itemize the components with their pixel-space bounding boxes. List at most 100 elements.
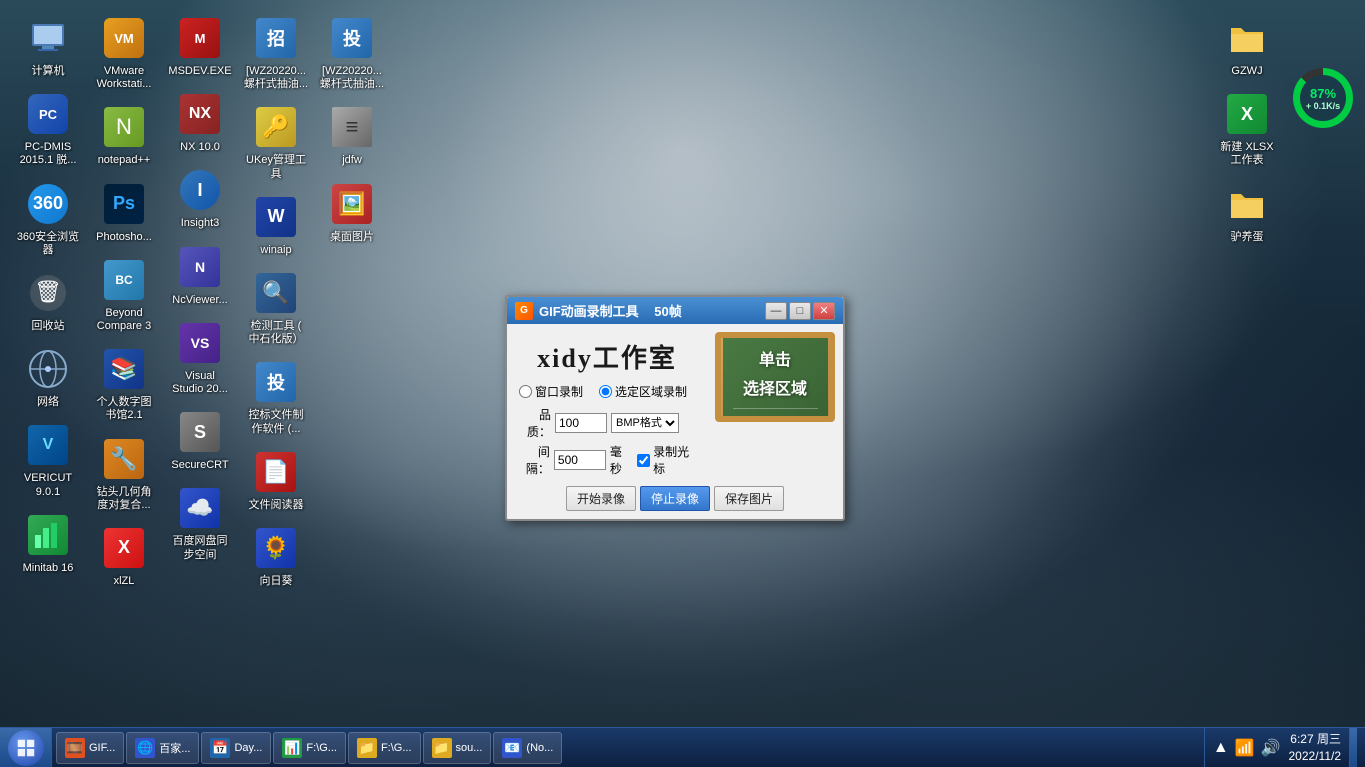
- taskbar-app-fag2[interactable]: 📁 F:\G...: [348, 732, 421, 764]
- icon-baidu-pan[interactable]: ☁️ 百度网盘同步空间: [162, 480, 238, 565]
- interval-unit: 毫秒: [610, 443, 633, 477]
- icon-wz2[interactable]: 投 [WZ20220...螺杆式抽油...: [314, 10, 390, 95]
- taskbar-app-fag1[interactable]: 📊 F:\G...: [273, 732, 346, 764]
- taskbar: 🎞️ GIF... 🌐 百家... 📅 Day... 📊 F:\G... 📁 F…: [0, 727, 1365, 767]
- dialog-title: GIF动画录制工具: [539, 301, 639, 320]
- taskbar-source-icon: 📁: [432, 738, 452, 758]
- icon-vmware[interactable]: VM VMwareWorkstati...: [86, 10, 162, 95]
- icon-pcdmis[interactable]: PC PC-DMIS2015.1 脱...: [10, 86, 86, 171]
- green-board: 单击 选择区域: [723, 338, 828, 416]
- start-record-button[interactable]: 开始录像: [566, 486, 636, 511]
- taskbar-no-label: (No...: [526, 742, 553, 754]
- icon-file-reader[interactable]: 📄 文件阅读器: [238, 444, 314, 516]
- icon-jctool[interactable]: 🔍 检测工具 (中石化版）: [238, 265, 314, 350]
- taskbar-app-day[interactable]: 📅 Day...: [201, 732, 271, 764]
- taskbar-baidu-icon: 🌐: [135, 738, 155, 758]
- interval-input[interactable]: [554, 450, 606, 470]
- quality-row: 品质： BMP格式: [519, 406, 699, 440]
- icon-minitab[interactable]: Minitab 16: [10, 507, 86, 579]
- save-image-button[interactable]: 保存图片: [714, 486, 784, 511]
- icon-winaip[interactable]: W winaip: [238, 189, 314, 261]
- radio-window[interactable]: 窗口录制: [519, 383, 583, 400]
- icon-pointer-tool[interactable]: 投 控标文件制作软件 (...: [238, 354, 314, 439]
- quality-label: 品质：: [519, 406, 551, 440]
- icon-nx[interactable]: NX NX 10.0: [162, 86, 238, 158]
- icon-xlzl[interactable]: X xlZL: [86, 520, 162, 592]
- taskbar-fag2-icon: 📁: [357, 738, 377, 758]
- interval-row: 间隔： 毫秒 录制光标: [519, 443, 699, 477]
- cursor-checkbox-label[interactable]: 录制光标: [637, 443, 699, 477]
- icon-photoshop[interactable]: Ps Photosho...: [86, 176, 162, 248]
- taskbar-app-gif[interactable]: 🎞️ GIF...: [56, 732, 124, 764]
- green-board-container: 单击 选择区域: [715, 332, 835, 422]
- icon-gzwj[interactable]: GZWJ: [1209, 10, 1285, 82]
- icon-drill[interactable]: 🔧 钻头几何角度对复合...: [86, 431, 162, 516]
- tray-signal: 📶: [1235, 738, 1255, 758]
- svg-text:🗑: 🗑: [34, 279, 62, 304]
- cursor-checkbox[interactable]: [637, 454, 650, 467]
- icon-network[interactable]: 网络: [10, 341, 86, 413]
- tray-arrow[interactable]: ▲: [1213, 739, 1229, 757]
- icon-notepad[interactable]: N notepad++: [86, 99, 162, 171]
- taskbar-tray: ▲ 📶 🔊 6:27 周三 2022/11/2: [1204, 728, 1365, 767]
- net-percent: 87%: [1310, 86, 1336, 101]
- icon-ukey[interactable]: 🔑 UKey管理工具: [238, 99, 314, 184]
- xidy-logo: xidy工作室: [537, 344, 677, 373]
- taskbar-app-baidu[interactable]: 🌐 百家...: [126, 732, 199, 764]
- taskbar-baidu-label: 百家...: [159, 740, 190, 756]
- radio-region[interactable]: 选定区域录制: [599, 383, 687, 400]
- taskbar-source-label: sou...: [456, 742, 483, 754]
- icon-recycle[interactable]: 🗑 回收站: [10, 265, 86, 337]
- board-line1: 单击: [759, 346, 791, 370]
- gif-title-icon: G: [515, 302, 533, 320]
- dialog-window-controls: — □ ✕: [765, 302, 835, 320]
- taskbar-gif-label: GIF...: [89, 742, 115, 754]
- close-button[interactable]: ✕: [813, 302, 835, 320]
- stop-record-button[interactable]: 停止录像: [640, 486, 710, 511]
- clock-time: 6:27 周三: [1289, 731, 1342, 748]
- taskbar-app-no[interactable]: 📧 (No...: [493, 732, 562, 764]
- tray-volume[interactable]: 🔊: [1261, 738, 1281, 758]
- icon-vstudio[interactable]: VS VisualStudio 20...: [162, 315, 238, 400]
- icon-insight3[interactable]: I Insight3: [162, 162, 238, 234]
- radio-row: 窗口录制 选定区域录制: [519, 383, 699, 400]
- clock-date: 2022/11/2: [1289, 748, 1342, 765]
- icon-securecrt[interactable]: S SecureCRT: [162, 404, 238, 476]
- icon-imgviewer[interactable]: 🖼️ 桌面图片: [314, 176, 390, 248]
- icon-360[interactable]: 360 360安全浏览器: [10, 176, 86, 261]
- system-clock[interactable]: 6:27 周三 2022/11/2: [1289, 731, 1342, 765]
- icon-xrj[interactable]: 🌻 向日葵: [238, 520, 314, 592]
- icon-donkey[interactable]: 驴养蛋: [1209, 176, 1285, 248]
- format-select[interactable]: BMP格式: [611, 413, 679, 433]
- icon-ncviewer[interactable]: N NcViewer...: [162, 239, 238, 311]
- icon-msdev[interactable]: M MSDEV.EXE: [162, 10, 238, 82]
- taskbar-fag1-label: F:\G...: [306, 742, 337, 754]
- icon-xlsx[interactable]: X 新建 XLSX工作表: [1209, 86, 1285, 171]
- icon-jdfw[interactable]: ≡ jdfw: [314, 99, 390, 171]
- start-button[interactable]: [0, 728, 52, 767]
- minimize-button[interactable]: —: [765, 302, 787, 320]
- radio-window-label: 窗口录制: [535, 383, 583, 400]
- taskbar-day-icon: 📅: [210, 738, 230, 758]
- taskbar-fag2-label: F:\G...: [381, 742, 412, 754]
- network-indicator: 87% + 0.1K/s: [1293, 68, 1353, 128]
- windows-orb: [8, 730, 44, 766]
- tray-icons: ▲ 📶 🔊: [1213, 738, 1281, 758]
- taskbar-app-source[interactable]: 📁 sou...: [423, 732, 492, 764]
- taskbar-fag1-icon: 📊: [282, 738, 302, 758]
- icon-beyondcompare[interactable]: BC BeyondCompare 3: [86, 252, 162, 337]
- show-desktop-button[interactable]: [1349, 728, 1357, 767]
- dialog-body: xidy工作室 窗口录制 选定区域录制 品质：: [507, 324, 843, 519]
- dialog-titlebar: G GIF动画录制工具 50帧 — □ ✕: [507, 297, 843, 324]
- gif-dialog: G GIF动画录制工具 50帧 — □ ✕ xidy工作室 窗: [505, 295, 845, 521]
- icon-vericut[interactable]: V VERICUT9.0.1: [10, 417, 86, 502]
- icon-bookstore[interactable]: 📚 个人数字图书馆2.1: [86, 341, 162, 426]
- radio-region-label: 选定区域录制: [615, 383, 687, 400]
- icon-wz1[interactable]: 招 [WZ20220...螺杆式抽油...: [238, 10, 314, 95]
- icon-computer[interactable]: 计算机: [10, 10, 86, 82]
- net-speed: + 0.1K/s: [1306, 101, 1340, 111]
- action-buttons: 开始录像 停止录像 保存图片: [515, 486, 835, 511]
- taskbar-apps: 🎞️ GIF... 🌐 百家... 📅 Day... 📊 F:\G... 📁 F…: [52, 728, 1204, 767]
- quality-input[interactable]: [555, 413, 607, 433]
- restore-button[interactable]: □: [789, 302, 811, 320]
